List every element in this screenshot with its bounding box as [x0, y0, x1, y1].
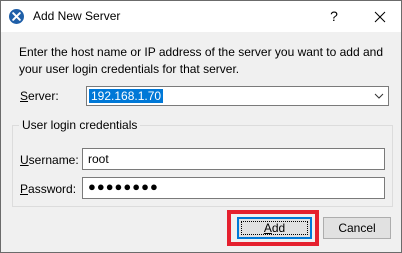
username-field[interactable]: root: [82, 148, 385, 170]
server-label-rest: erver:: [28, 89, 59, 103]
add-button-highlight: [227, 210, 319, 246]
help-button[interactable]: ?: [319, 1, 349, 32]
password-label-rest: assword:: [28, 182, 77, 196]
dialog-body: Enter the host name or IP address of the…: [1, 32, 401, 252]
instruction-text: Enter the host name or IP address of the…: [19, 45, 383, 76]
server-value[interactable]: 192.168.1.70: [89, 89, 164, 103]
credentials-group-title: User login credentials: [19, 118, 141, 132]
close-icon[interactable]: [365, 1, 395, 32]
app-logo-icon: [9, 9, 24, 24]
window-title: Add New Server: [33, 9, 121, 23]
server-label: Server:: [20, 89, 59, 103]
username-label-accel: U: [20, 153, 29, 167]
password-value: ●●●●●●●●: [88, 179, 159, 194]
chevron-down-icon[interactable]: [374, 91, 384, 101]
add-new-server-dialog: Add New Server ? Enter the host name or …: [0, 0, 402, 253]
server-combobox[interactable]: 192.168.1.70: [86, 86, 389, 106]
username-label: Username:: [20, 153, 79, 167]
username-value: root: [88, 152, 109, 166]
cancel-button[interactable]: Cancel: [323, 217, 391, 239]
password-label-accel: P: [20, 182, 29, 196]
server-label-accel: S: [20, 89, 29, 103]
title-bar[interactable]: Add New Server ?: [1, 1, 401, 32]
password-label: Password:: [20, 182, 76, 196]
username-label-rest: sername:: [28, 153, 79, 167]
password-field[interactable]: ●●●●●●●●: [82, 177, 385, 199]
